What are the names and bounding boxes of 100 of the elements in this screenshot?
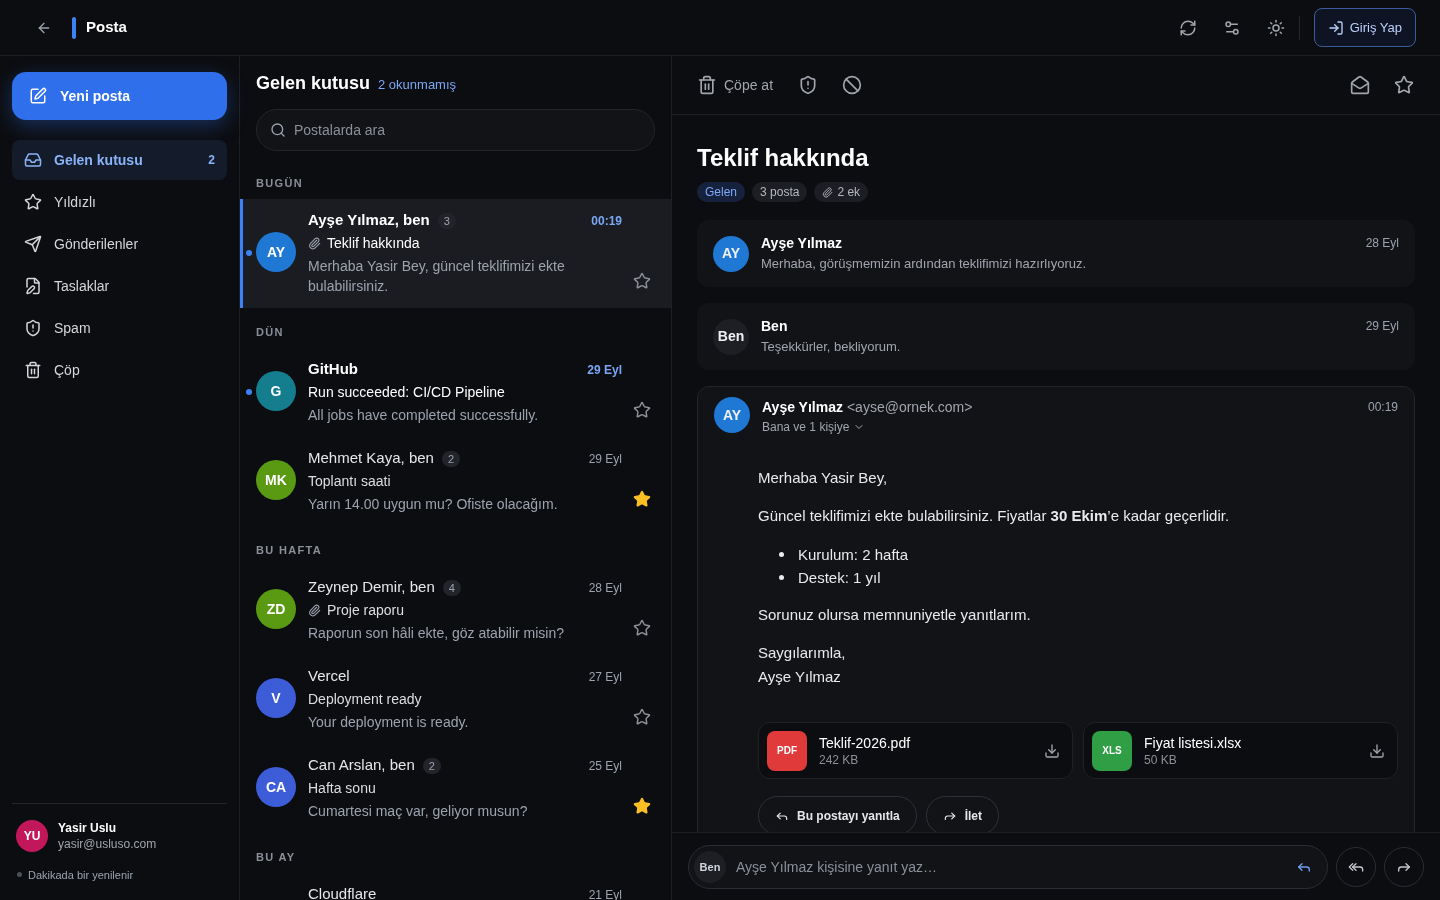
star-icon	[24, 193, 42, 211]
preview-text: All jobs have completed successfully.	[308, 405, 540, 425]
mail-row[interactable]: V Vercel 27 Eyl Deployment ready Your deployment is ready.	[240, 654, 671, 744]
message-snippet: Teşekkürler, bekliyorum.	[761, 338, 902, 356]
trash-button[interactable]: Çöpe at	[697, 74, 774, 96]
sender-name: Ayşe Yılmaz	[762, 397, 843, 417]
mail-row[interactable]: ZD Zeynep Demir, ben 4 28 Eyl Proje raporu Raporun son hâli ekte, göz atabilir misin?	[240, 565, 671, 655]
refresh-icon[interactable]	[1178, 18, 1197, 37]
unread-count: 2	[208, 152, 215, 169]
file-size: 50 KB	[1144, 751, 1177, 768]
mail-row[interactable]: CA Can Arslan, ben 2 25 Eyl Hafta sonu Cumartesi maç var, geliyor musun?	[240, 743, 671, 833]
recipients-toggle[interactable]: Bana ve 1 kişiye	[762, 419, 866, 435]
sender-name: Can Arslan, ben	[308, 755, 415, 776]
nav-item[interactable]: Yıldızlı	[12, 182, 227, 222]
message-card[interactable]: Ben Ben 29 Eyl Teşekkürler, bekliyorum.	[697, 303, 1415, 370]
attachment-card[interactable]: XLS Fiyat listesi.xlsx 50 KB	[1083, 722, 1398, 779]
avatar: CA	[256, 767, 296, 807]
message-time: 28 Eyl	[588, 579, 622, 597]
signature-line: Ayşe Yılmaz	[758, 667, 841, 687]
sender-name: Ayşe Yılmaz	[761, 234, 842, 253]
star-icon[interactable]	[633, 707, 651, 726]
search-field[interactable]: Postalarda ara	[256, 108, 655, 151]
mail-row[interactable]: MK Mehmet Kaya, ben 2 29 Eyl Toplantı saati Yarın 14.00 uygun mu? Ofiste olacağım.	[240, 436, 671, 526]
file-size: 242 KB	[819, 751, 859, 768]
sender-name: GitHub	[308, 359, 358, 380]
download-icon[interactable]	[1044, 742, 1060, 759]
avatar: AY	[256, 232, 296, 272]
star-icon[interactable]	[633, 796, 651, 815]
sender-name: Zeynep Demir, ben	[308, 577, 435, 598]
message-time: 29 Eyl	[588, 450, 622, 468]
login-button[interactable]: Giriş Yap	[1313, 8, 1416, 47]
sender-name: Mehmet Kaya, ben	[308, 448, 434, 469]
sender-name: Cloudflare	[308, 884, 377, 900]
inbox-tray-icon	[24, 151, 42, 169]
download-icon[interactable]	[1369, 742, 1385, 759]
sliders-icon[interactable]	[1222, 18, 1241, 37]
star-icon[interactable]	[633, 618, 651, 637]
sender-name: Ben	[761, 317, 788, 336]
list-title: Gelen kutusu	[256, 72, 371, 94]
star-icon[interactable]	[633, 400, 651, 419]
body-paragraph: Sorunuz olursa memnuniyetle yanıtlarım.	[758, 605, 1032, 625]
envelope-open-icon[interactable]	[1350, 75, 1370, 95]
avatar: YU	[16, 819, 48, 852]
sender-address: <ayse@ornek.com>	[846, 397, 973, 417]
accent-bar	[72, 16, 76, 39]
preview-text: Yarın 14.00 uygun mu? Ofiste olacağım.	[308, 494, 559, 514]
thread-count: 3	[437, 212, 456, 229]
star-icon[interactable]	[633, 271, 651, 290]
section-label: DÜN	[256, 324, 284, 339]
subject: Teklif hakkında	[327, 234, 420, 253]
message-date: 29 Eyl	[1365, 318, 1399, 335]
subject: Hafta sonu	[308, 779, 376, 798]
sender-name: Vercel	[308, 666, 350, 687]
nav-item[interactable]: Taslaklar	[12, 266, 227, 306]
file-type-badge: XLS	[1092, 730, 1132, 771]
shield-exclamation-icon[interactable]	[798, 75, 819, 95]
list-item-text: Kurulum: 2 hafta	[798, 545, 909, 565]
avatar: Ben	[713, 318, 749, 355]
user-name: Yasir Uslu	[58, 819, 118, 836]
shield-exclamation-icon	[24, 319, 42, 337]
avatar: AY	[713, 235, 749, 272]
message-time: 00:19	[591, 212, 622, 230]
refresh-status: Dakikada bir yenilenir	[28, 867, 134, 883]
nav-item[interactable]: Spam	[12, 308, 227, 348]
message-snippet: Merhaba, görüşmemizin ardından teklifimizi hazırlıyoruz.	[761, 255, 1088, 273]
nav-item[interactable]: Gönderilenler	[12, 224, 227, 264]
signature-line: Saygılarımla,	[758, 643, 846, 663]
thread-count: 2	[441, 450, 461, 467]
mail-row[interactable]: AY Ayşe Yılmaz, ben 3 00:19 Teklif hakkında Merhaba Yasir Bey, güncel teklifimizi ekte bulabilirsiniz.	[240, 198, 671, 308]
avatar: G	[256, 371, 296, 411]
message-time: 27 Eyl	[588, 668, 622, 686]
prohibited-icon[interactable]	[842, 75, 863, 95]
sun-icon[interactable]	[1266, 18, 1285, 37]
trash-icon	[24, 361, 42, 379]
nav-item[interactable]: Gelen kutusu 2	[12, 140, 227, 180]
file-name: Teklif-2026.pdf	[819, 733, 911, 752]
attachment-card[interactable]: PDF Teklif-2026.pdf 242 KB	[758, 722, 1073, 779]
message-time: 29 Eyl	[587, 361, 622, 379]
avatar: V	[256, 678, 296, 718]
bullet-icon	[779, 575, 784, 580]
file-name: Fiyat listesi.xlsx	[1144, 733, 1242, 752]
section-label: BU AY	[256, 849, 296, 864]
tag: Gelen	[697, 182, 746, 202]
body-paragraph: Güncel teklifimizi ekte bulabilirsiniz. Fiyatlar 30 Ekim’e kadar geçerlidir.	[758, 506, 1231, 526]
section-label: BUGÜN	[256, 175, 303, 190]
message-card[interactable]: AY Ayşe Yılmaz 28 Eyl Merhaba, görüşmemizin ardından teklifimizi hazırlıyoruz.	[697, 220, 1415, 287]
thread-count: 2	[422, 757, 441, 774]
unread-summary: 2 okunmamış	[378, 76, 457, 94]
nav-item[interactable]: Çöp	[12, 350, 227, 390]
paperclip-icon	[822, 186, 834, 198]
subject: Proje raporu	[327, 601, 405, 620]
compose-button[interactable]: Yeni posta	[12, 72, 227, 120]
thread-count: 4	[442, 579, 461, 596]
star-icon[interactable]	[1394, 75, 1414, 95]
body-paragraph: Merhaba Yasir Bey,	[758, 468, 889, 488]
star-icon[interactable]	[633, 489, 651, 508]
file-pen-icon	[24, 277, 42, 295]
mail-row[interactable]: G GitHub 29 Eyl Run succeeded: CI/CD Pipeline All jobs have completed successfully.	[240, 347, 671, 437]
trash-icon	[697, 75, 717, 95]
message-date: 28 Eyl	[1365, 235, 1399, 252]
